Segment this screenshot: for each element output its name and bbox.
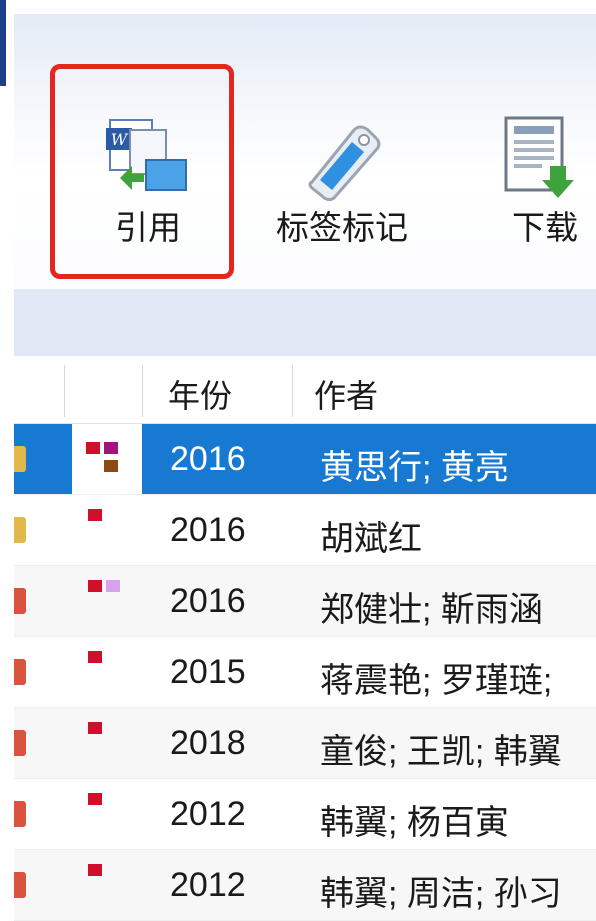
table-row[interactable]: 2015 蒋震艳; 罗瑾琏; [14,637,596,708]
year-cell: 2012 [170,795,246,833]
column-separator[interactable] [64,365,65,417]
lavender-tag-icon [106,580,120,592]
red-tag-icon [86,442,100,454]
red-tag-icon [88,864,102,876]
red-tag-icon [88,722,102,734]
red-tag-icon [88,509,102,521]
tag-cell [72,424,142,494]
column-separator[interactable] [292,365,293,417]
author-cell: 蒋震艳; 罗瑾琏; [320,662,553,700]
year-cell: 2016 [170,582,246,620]
red-tag-icon [88,793,102,805]
cite-highlight-box [50,64,234,279]
red-tag-icon [88,580,102,592]
red-tag-icon [88,651,102,663]
author-cell: 韩翼; 杨百寅 [320,804,509,842]
year-cell: 2016 [170,511,246,549]
brown-tag-icon [104,460,118,472]
table-row[interactable]: 2018 童俊; 王凯; 韩翼 [14,708,596,779]
author-cell: 黄思行; 黄亮 [320,449,509,487]
author-cell: 韩翼; 周洁; 孙习 [320,875,562,913]
window-left-edge [0,0,14,883]
column-separator[interactable] [142,365,143,417]
table-row[interactable]: 2016 胡斌红 [14,495,596,566]
year-cell: 2012 [170,866,246,904]
table-row[interactable]: 2016 黄思行; 黄亮 [14,424,596,495]
book-icon [14,872,26,898]
year-cell: 2016 [170,440,246,478]
folder-icon [14,446,26,472]
year-column-header[interactable]: 年份 [168,371,232,417]
download-button[interactable]: 下载 [480,94,596,269]
tag-label: 标签标记 [276,209,408,246]
table-row[interactable]: 2012 韩翼; 杨百寅 [14,779,596,850]
table-row[interactable]: 2016 郑健壮; 靳雨涵 [14,566,596,637]
book-icon [14,659,26,685]
table-header: 年份 作者 [14,357,596,424]
reference-table: 年份 作者 2016 黄思行; 黄亮 2016 胡斌红 2016 郑健壮; 靳雨… [14,357,596,921]
download-document-icon [504,116,574,198]
tag-icon [308,125,381,202]
book-icon [14,801,26,827]
magenta-tag-icon [104,442,118,454]
book-icon [14,588,26,614]
year-cell: 2018 [170,724,246,762]
book-icon [14,730,26,756]
author-cell: 郑健壮; 靳雨涵 [320,591,543,629]
author-cell: 童俊; 王凯; 韩翼 [320,733,562,771]
secondary-toolbar [14,289,596,356]
author-cell: 胡斌红 [320,520,422,558]
download-label: 下载 [512,209,578,246]
tag-button[interactable]: 标签标记 [254,94,430,269]
author-column-header[interactable]: 作者 [314,371,378,417]
table-row[interactable]: 2012 韩翼; 周洁; 孙习 [14,850,596,921]
window-edge-accent [0,0,6,86]
folder-icon [14,517,26,543]
year-cell: 2015 [170,653,246,691]
